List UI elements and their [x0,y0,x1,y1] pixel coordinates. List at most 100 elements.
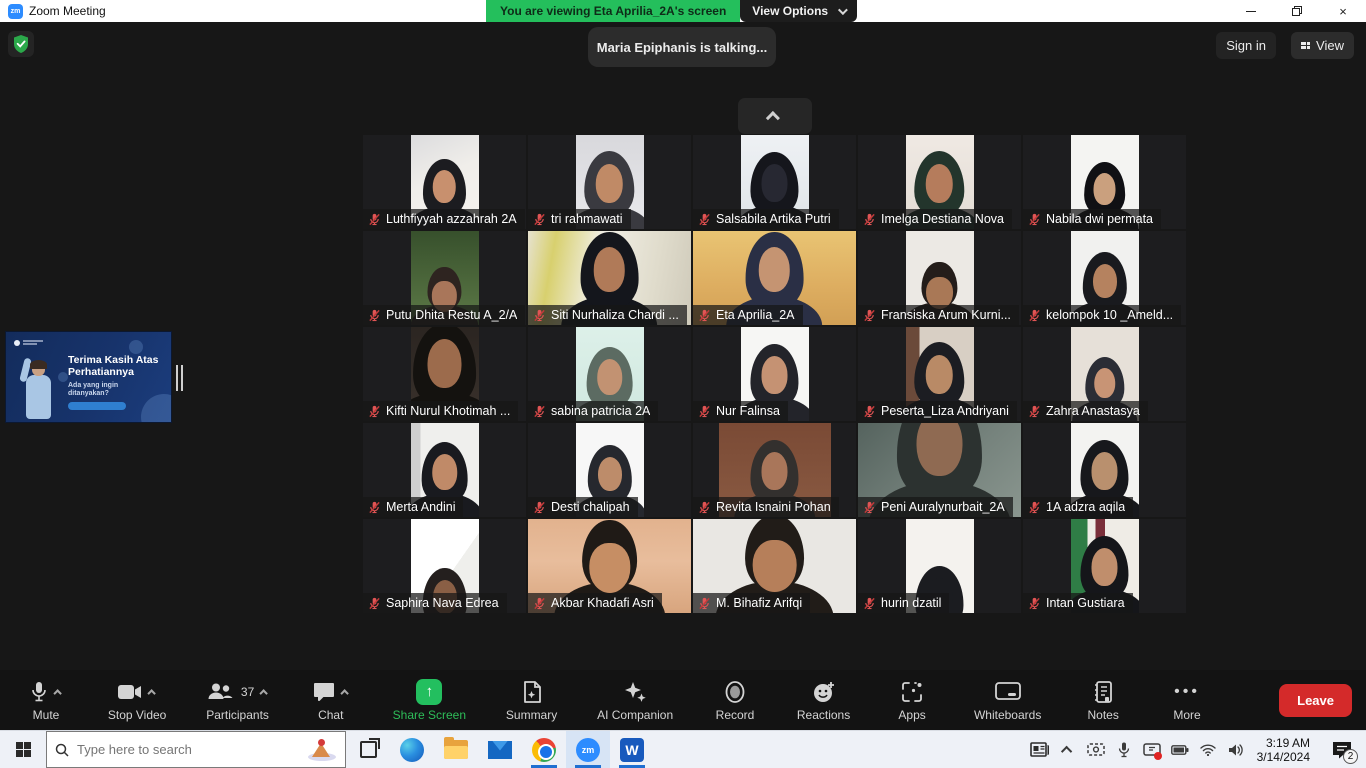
participant-nameplate: Putu Dhita Restu A_2/A [363,305,525,325]
taskbar-search[interactable] [46,731,346,768]
chevron-up-icon[interactable] [53,689,61,697]
participant-tile[interactable]: Intan Gustiara [1023,519,1186,613]
restore-button[interactable] [1274,0,1320,22]
chat-button[interactable]: Chat [309,679,353,722]
participant-tile[interactable]: Revita Isnaini Pohan [693,423,856,517]
word-icon: W [620,738,644,762]
more-button[interactable]: ••• More [1165,679,1209,722]
zoom-app-button[interactable]: zm [566,731,610,768]
participant-tile[interactable]: Siti Nurhaliza Chardi ... [528,231,691,325]
start-button[interactable] [0,731,46,768]
participant-tile[interactable]: M. Bihafiz Arifqi [693,519,856,613]
security-shield-icon[interactable] [8,31,34,57]
muted-mic-icon [698,213,711,226]
battery-icon[interactable] [1167,731,1193,768]
action-center-button[interactable]: 2 [1322,731,1362,768]
participant-tile[interactable]: Luthfiyyah azzahrah 2A [363,135,526,229]
collapse-gallery-button[interactable] [738,98,812,134]
participant-tile[interactable]: Salsabila Artika Putri [693,135,856,229]
participant-tile[interactable]: kelompok 10 _Ameld... [1023,231,1186,325]
participant-tile[interactable]: Peserta_Liza Andriyani [858,327,1021,421]
slide-decor-circle [58,372,68,382]
windows-start-icon [16,742,31,757]
close-button[interactable]: × [1320,0,1366,22]
view-button[interactable]: View [1291,32,1354,59]
participant-tile[interactable]: Merta Andini [363,423,526,517]
mail-app-button[interactable] [478,731,522,768]
sign-in-button[interactable]: Sign in [1216,32,1276,59]
show-hidden-icons-button[interactable] [1055,731,1081,768]
participant-tile[interactable]: Peni Auralynurbait_2A [858,423,1021,517]
edge-app-button[interactable] [390,731,434,768]
notes-button[interactable]: Notes [1081,679,1125,722]
participant-nameplate: Kifti Nurul Khotimah ... [363,401,518,421]
reactions-button[interactable]: Reactions [797,679,850,722]
slide-presenter-figure [18,360,58,423]
stop-video-button[interactable]: Stop Video [108,679,167,722]
apps-button[interactable]: Apps [890,679,934,722]
participant-name: Revita Isnaini Pohan [716,500,831,514]
chevron-up-icon[interactable] [340,689,348,697]
chrome-app-button[interactable] [522,731,566,768]
participant-tile[interactable]: Desti chalipah [528,423,691,517]
mic-icon [30,681,48,703]
thumbnail-drag-handle[interactable] [176,365,183,391]
participant-name: kelompok 10 _Ameld... [1046,308,1173,322]
participant-tile[interactable]: Imelga Destiana Nova [858,135,1021,229]
task-view-button[interactable] [346,731,390,768]
participant-tile[interactable]: hurin dzatil [858,519,1021,613]
whiteboards-button[interactable]: Whiteboards [974,679,1041,722]
participant-name: Nur Falinsa [716,404,780,418]
search-input[interactable] [77,742,299,757]
participants-button[interactable]: 37 Participants [206,679,269,722]
participant-tile[interactable]: Zahra Anastasya [1023,327,1186,421]
viewing-screen-banner: You are viewing Eta Aprilia_2A's screen [486,0,740,22]
view-options-button[interactable]: View Options [740,0,857,22]
participant-tile[interactable]: tri rahmawati [528,135,691,229]
shared-screen-thumbnail[interactable]: Terima Kasih Atas Perhatiannya Ada yang … [5,331,172,423]
summary-button[interactable]: Summary [506,679,557,722]
cast-icon[interactable] [1083,731,1109,768]
taskbar-clock[interactable]: 3:19 AM 3/14/2024 [1251,736,1320,764]
wifi-icon[interactable] [1195,731,1221,768]
muted-mic-icon [863,501,876,514]
participant-tile[interactable]: Putu Dhita Restu A_2/A [363,231,526,325]
muted-mic-icon [863,405,876,418]
cake-image[interactable] [307,738,337,762]
participant-tile[interactable]: Fransiska Arum Kurni... [858,231,1021,325]
screen-record-icon[interactable] [1139,731,1165,768]
participant-name: Akbar Khadafi Asri [551,596,654,610]
participant-tile[interactable]: Eta Aprilia_2A [693,231,856,325]
chevron-up-icon[interactable] [260,689,268,697]
leave-button[interactable]: Leave [1279,684,1352,717]
share-screen-button[interactable]: ↑ Share Screen [393,679,466,722]
chevron-up-icon[interactable] [147,689,155,697]
slide-subtitle: Ada yang ingin ditanyakan? [68,382,118,398]
participant-nameplate: Fransiska Arum Kurni... [858,305,1019,325]
word-app-button[interactable]: W [610,731,654,768]
participant-tile[interactable]: Akbar Khadafi Asri [528,519,691,613]
participant-name: Saphira Nava Edrea [386,596,499,610]
slide-title: Terima Kasih Atas Perhatiannya [68,354,158,378]
widgets-icon[interactable] [1027,731,1053,768]
participant-tile[interactable]: Nur Falinsa [693,327,856,421]
participant-tile[interactable]: Saphira Nava Edrea [363,519,526,613]
minimize-button[interactable] [1228,0,1274,22]
muted-mic-icon [863,213,876,226]
clock-date: 3/14/2024 [1257,750,1310,764]
muted-mic-icon [533,309,546,322]
participant-tile[interactable]: 1A adzra aqila [1023,423,1186,517]
file-explorer-button[interactable] [434,731,478,768]
mute-button[interactable]: Mute [24,679,68,722]
volume-icon[interactable] [1223,731,1249,768]
participant-name: Merta Andini [386,500,455,514]
participant-tile[interactable]: Kifti Nurul Khotimah ... [363,327,526,421]
view-grid-icon [1301,42,1310,49]
ai-companion-button[interactable]: AI Companion [597,679,673,722]
participant-tile[interactable]: Nabila dwi permata [1023,135,1186,229]
tray-mic-icon[interactable] [1111,731,1137,768]
record-button[interactable]: Record [713,679,757,722]
clock-time: 3:19 AM [1257,736,1310,750]
participant-tile[interactable]: sabina patricia 2A [528,327,691,421]
participant-nameplate: Eta Aprilia_2A [693,305,803,325]
